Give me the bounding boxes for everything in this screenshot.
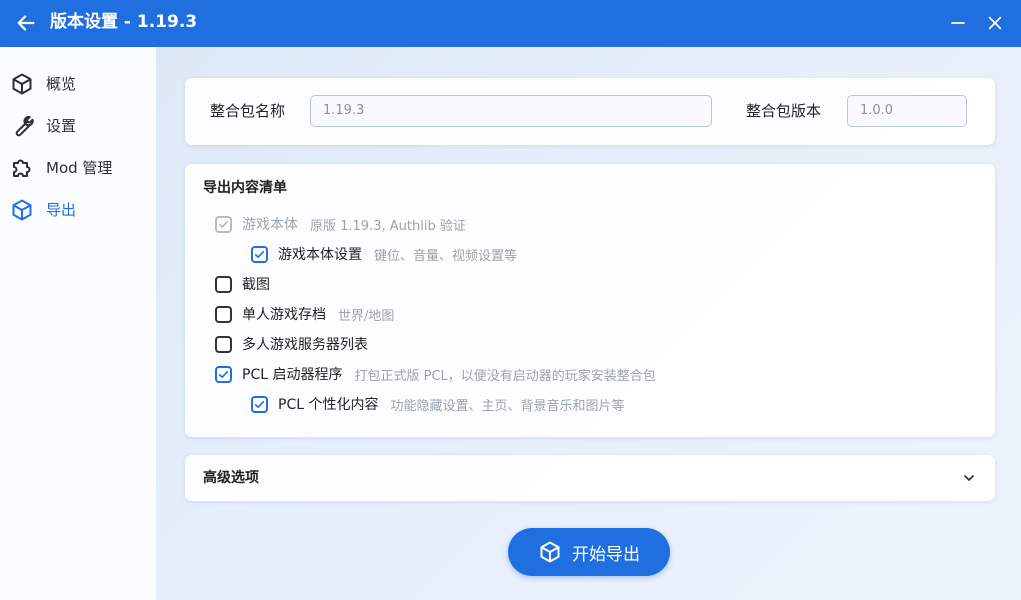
option-singleplayer-saves[interactable]: 单人游戏存档 世界/地图 <box>215 302 394 326</box>
checkbox[interactable] <box>215 365 232 383</box>
option-server-list[interactable]: 多人游戏服务器列表 <box>215 332 368 356</box>
option-label: 截图 <box>242 277 270 293</box>
option-desc: 原版 1.19.3, Authlib 验证 <box>310 218 466 234</box>
cube-outline-icon <box>10 72 34 96</box>
checkbox[interactable] <box>215 335 232 353</box>
pack-version-input[interactable]: 1.0.0 <box>847 95 967 127</box>
start-export-button[interactable]: 开始导出 <box>508 528 670 576</box>
title-bar: 版本设置 - 1.19.3 <box>0 0 1021 47</box>
checkbox[interactable] <box>215 215 232 233</box>
sidebar-item-settings[interactable]: 设置 <box>0 106 156 146</box>
export-list-card: 导出内容清单 游戏本体 原版 1.19.3, Authlib 验证 游戏本体设置… <box>185 164 995 437</box>
chevron-down-icon[interactable] <box>958 467 980 489</box>
option-label: 游戏本体设置 <box>278 247 362 263</box>
box-icon <box>538 540 562 564</box>
checkbox[interactable] <box>251 245 268 263</box>
option-desc: 打包正式版 PCL，以便没有启动器的玩家安装整合包 <box>354 368 656 384</box>
option-pcl-launcher[interactable]: PCL 启动器程序 打包正式版 PCL，以便没有启动器的玩家安装整合包 <box>215 362 656 386</box>
sidebar: 概览 设置 Mod 管理 导出 <box>0 47 156 600</box>
option-desc: 键位、音量、视频设置等 <box>374 248 518 264</box>
option-desc: 功能隐藏设置、主页、背景音乐和图片等 <box>390 398 625 414</box>
option-game-core[interactable]: 游戏本体 原版 1.19.3, Authlib 验证 <box>215 212 466 236</box>
sidebar-item-label: Mod 管理 <box>46 159 113 177</box>
option-pcl-custom[interactable]: PCL 个性化内容 功能隐藏设置、主页、背景音乐和图片等 <box>251 392 624 416</box>
sidebar-item-export[interactable]: 导出 <box>0 190 156 230</box>
checkbox[interactable] <box>215 305 232 323</box>
window-title: 版本设置 - 1.19.3 <box>50 12 198 32</box>
back-arrow-icon[interactable] <box>12 9 40 37</box>
sidebar-item-overview[interactable]: 概览 <box>0 64 156 104</box>
sidebar-item-label: 设置 <box>46 117 77 135</box>
advanced-options-card[interactable]: 高级选项 <box>185 455 995 501</box>
sidebar-item-label: 导出 <box>46 201 77 219</box>
option-label: PCL 个性化内容 <box>278 397 379 413</box>
pack-info-card: 整合包名称 1.19.3 整合包版本 1.0.0 <box>185 78 995 145</box>
advanced-options-title: 高级选项 <box>203 470 259 486</box>
option-label: PCL 启动器程序 <box>242 367 343 383</box>
start-export-label: 开始导出 <box>572 544 640 565</box>
box-icon <box>10 198 34 222</box>
sidebar-item-mod-manage[interactable]: Mod 管理 <box>0 148 156 188</box>
option-desc: 世界/地图 <box>338 308 395 324</box>
export-list-title: 导出内容清单 <box>203 180 287 196</box>
option-label: 单人游戏存档 <box>242 307 326 323</box>
main-content: 整合包名称 1.19.3 整合包版本 1.0.0 导出内容清单 游戏本体 原版 … <box>156 47 1021 600</box>
pack-name-label: 整合包名称 <box>210 102 286 120</box>
checkbox[interactable] <box>251 395 268 413</box>
sidebar-item-label: 概览 <box>46 75 77 93</box>
wrench-icon <box>10 114 34 138</box>
puzzle-icon <box>10 156 34 180</box>
minimize-icon[interactable] <box>944 9 972 37</box>
close-icon[interactable] <box>981 9 1009 37</box>
checkbox[interactable] <box>215 275 232 293</box>
pack-name-input[interactable]: 1.19.3 <box>310 95 712 127</box>
option-screenshots[interactable]: 截图 <box>215 272 270 296</box>
pack-version-label: 整合包版本 <box>746 102 822 120</box>
option-game-settings[interactable]: 游戏本体设置 键位、音量、视频设置等 <box>251 242 517 266</box>
option-label: 游戏本体 <box>242 217 298 233</box>
option-label: 多人游戏服务器列表 <box>242 337 368 353</box>
